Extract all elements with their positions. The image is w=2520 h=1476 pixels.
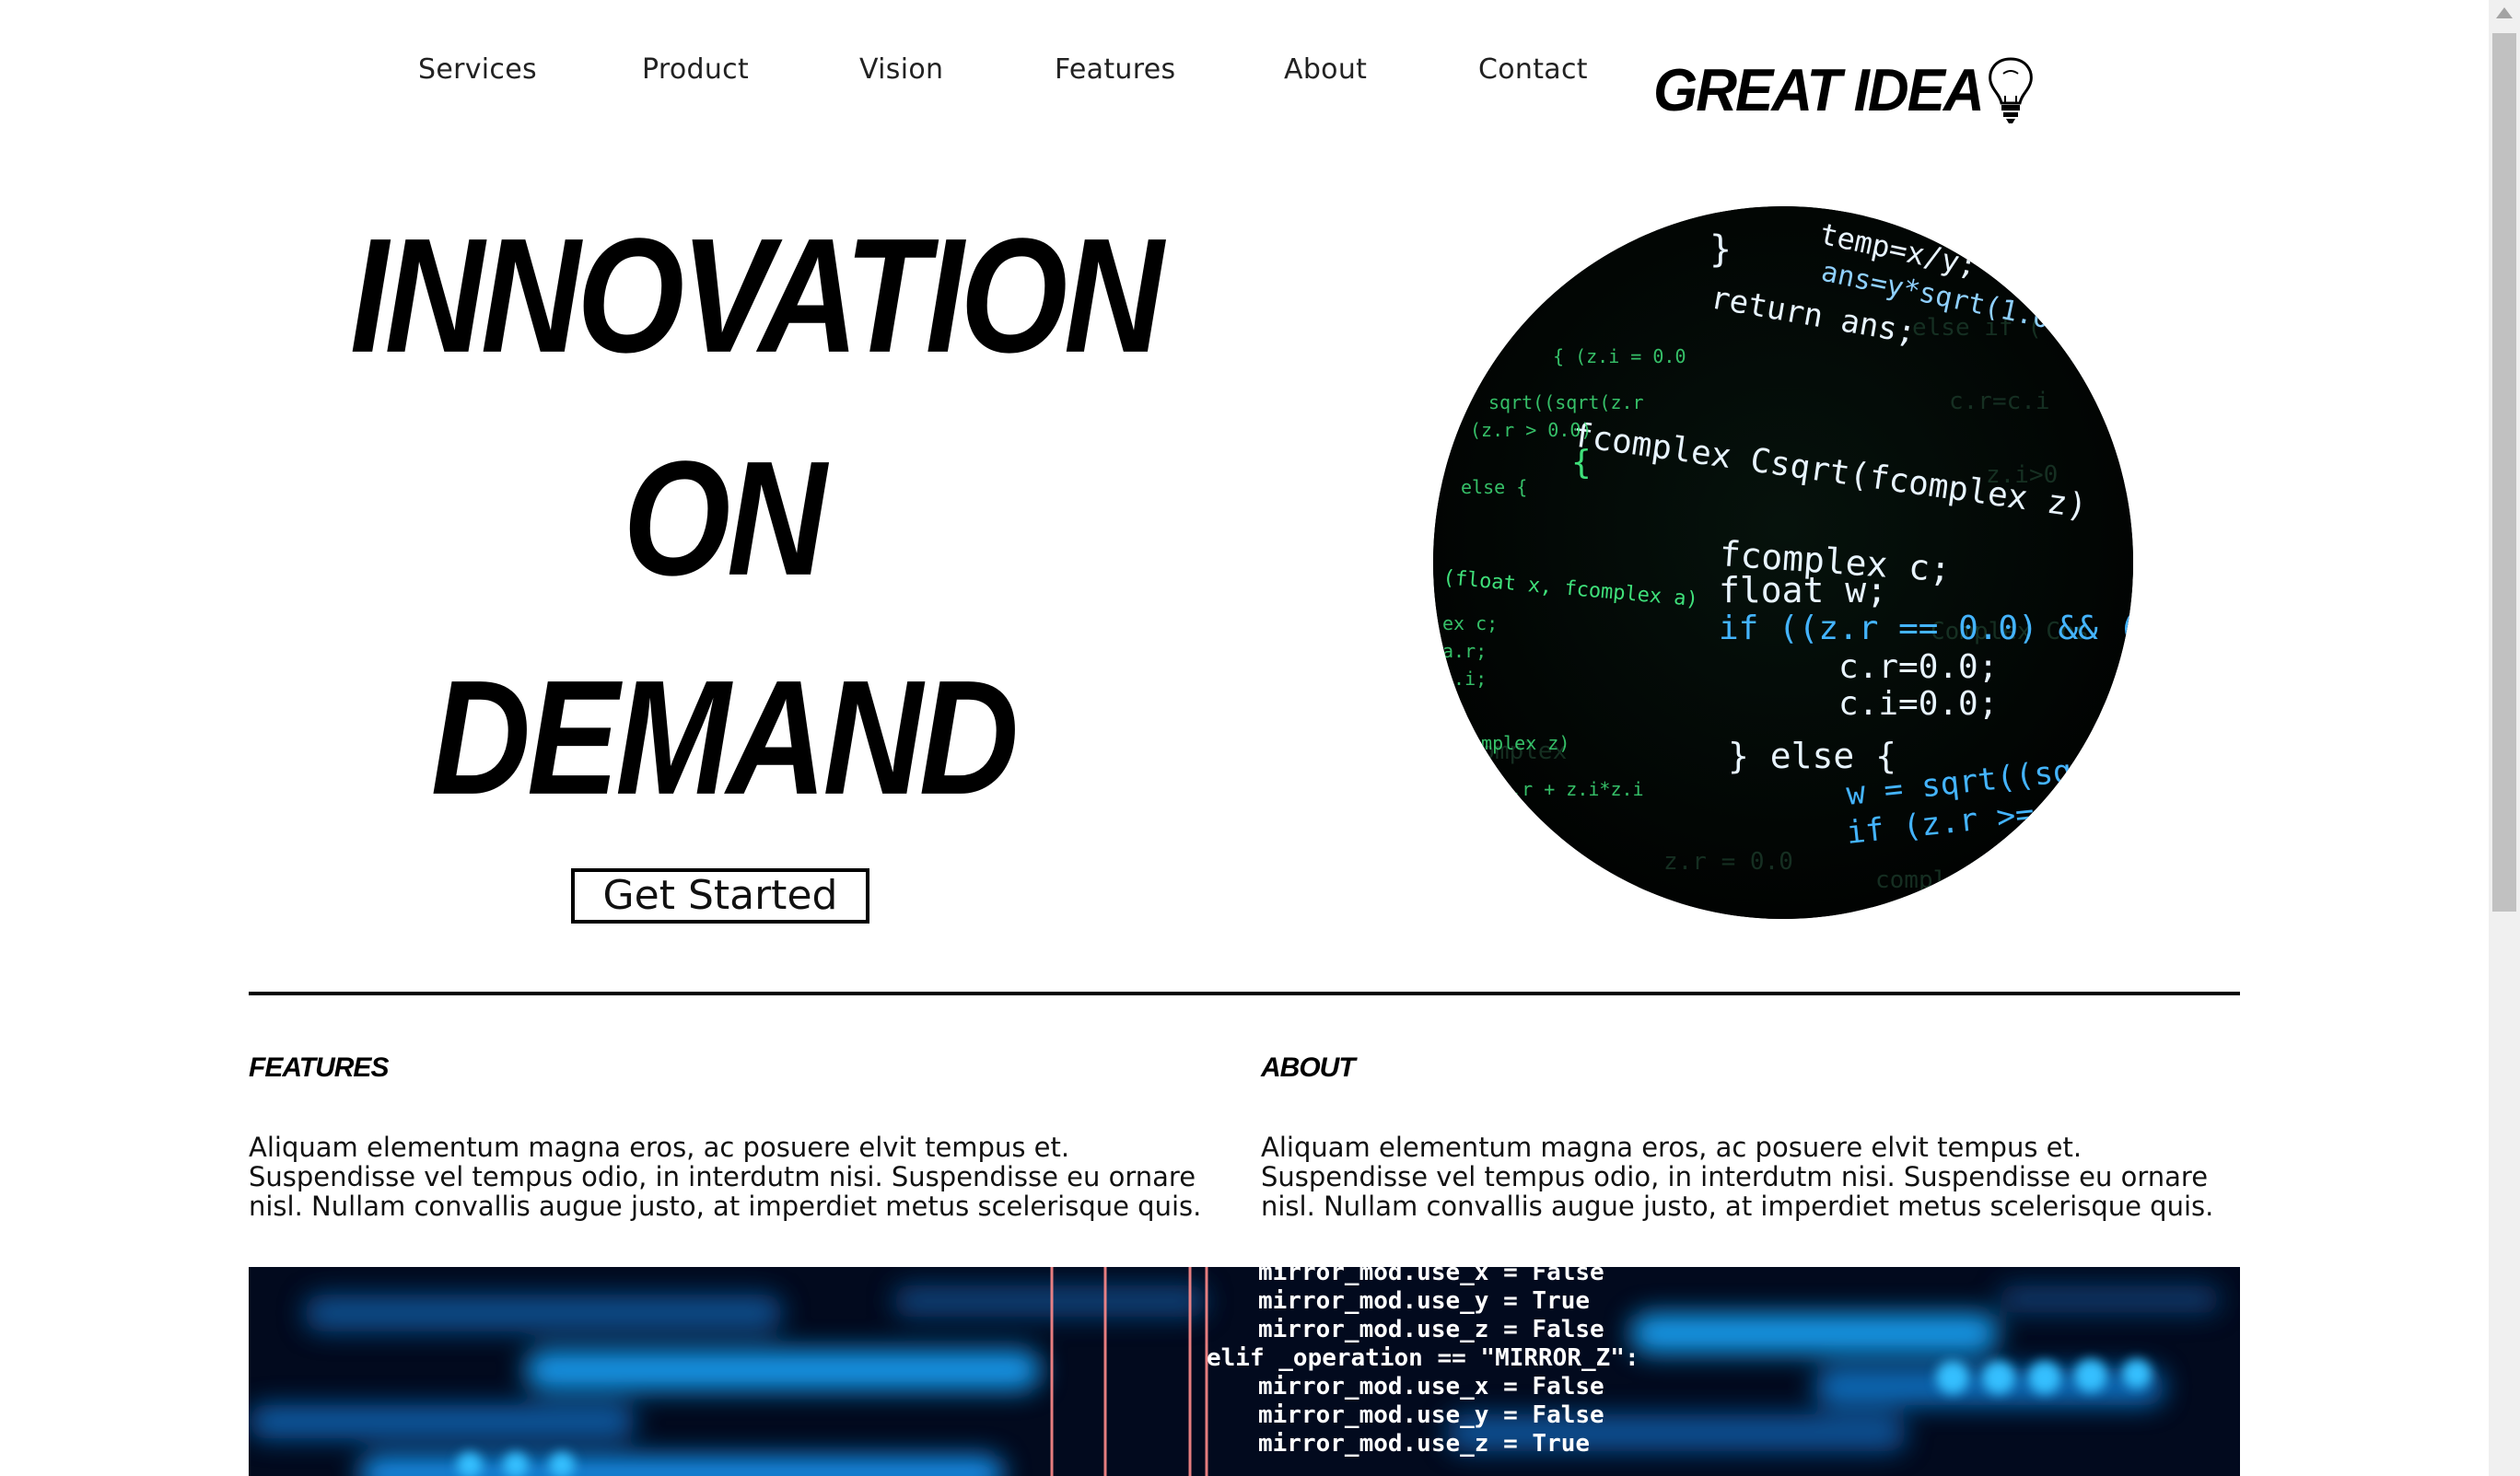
svg-text:ex c;: ex c; [1442,612,1498,634]
svg-text:*z.r + z.i*z.i: *z.r + z.i*z.i [1488,778,1644,800]
code-line: float w; [1719,570,1887,610]
get-started-button[interactable]: Get Started [571,868,869,924]
banner-code-line: mirror_mod.use_x = False [1258,1373,1604,1400]
svg-text:z.r = 0.0: z.r = 0.0 [1663,848,1793,876]
svg-text:sqrt((sqrt(z.r: sqrt((sqrt(z.r [1488,391,1644,413]
logo-text: GREAT IDEA [1653,57,1985,124]
section-divider [249,992,2240,995]
svg-text:complex z: complex z [1875,866,2005,894]
nav-link-about[interactable]: About [1284,53,1367,86]
svg-text:c.r=c.i: c.r=c.i [1949,388,2050,415]
code-line: c.r [1949,863,1999,895]
about-heading: About [1261,1052,1356,1083]
banner-code-line: mirror_mod.use_x = False [1258,1267,1604,1286]
svg-text:(z.r > 0.0): (z.r > 0.0) [1470,419,1592,441]
about-text: Aliquam elementum magna eros, ac posuere… [1261,1132,2214,1222]
banner-code-line: mirror_mod.use_z = True [1258,1430,1590,1458]
code-line: } else { [1728,736,1896,776]
banner-code-line: mirror_mod.use_y = False [1258,1401,1604,1429]
svg-text:else {: else { [1461,476,1527,498]
code-line: if ((z.r == 0.0) && (z.i == 0.0)) { [1719,610,2133,647]
svg-text:a.r;: a.r; [1442,640,1487,662]
svg-text:a.i;: a.i; [1442,668,1487,690]
hero-title-line-1: INNOVATION [350,203,1163,387]
features-heading: Features [249,1052,389,1083]
logo[interactable]: GREAT IDEA [1653,55,2036,129]
svg-text:{ (z.i = 0.0: { (z.i = 0.0 [1553,345,1686,367]
banner-code-line: mirror_mod.use_z = False [1258,1316,1604,1343]
features-text: Aliquam elementum magna eros, ac posuere… [249,1132,1202,1222]
scrollbar-thumb[interactable] [2492,33,2516,912]
hero-title-line-3: DEMAND [430,645,1019,829]
code-image-svg: else if ( c.r=c.i z.i>0 Complex Cos z.r … [1433,206,2133,919]
code-line: c.r=0.0; [1838,648,1998,686]
code-line: { [1571,444,1592,482]
code-line: } [1709,228,1732,271]
nav-link-features[interactable]: Features [1055,53,1175,86]
nav-link-product[interactable]: Product [642,53,749,86]
scroll-up-arrow-icon[interactable] [2496,7,2513,18]
code-line: c.i=0.0; [1838,685,1998,723]
page: Services Product Vision Features About C… [0,0,2520,1476]
hero-title-line-2: ON [623,426,827,610]
nav-link-vision[interactable]: Vision [859,53,943,86]
banner-image-svg: mirror_mod.use_x = False mirror_mod.use_… [249,1267,2240,1476]
banner-code-lines: mirror_mod.use_x = False mirror_mod.use_… [1207,1267,1639,1458]
svg-text:omplex z): omplex z) [1470,732,1569,754]
banner-code-image: mirror_mod.use_x = False mirror_mod.use_… [249,1267,2240,1476]
banner-code-line: mirror_mod.use_y = True [1258,1287,1590,1315]
banner-code-line: elif _operation == "MIRROR_Z": [1207,1344,1639,1372]
nav-link-contact[interactable]: Contact [1478,53,1588,86]
hero-code-image: else if ( c.r=c.i z.i>0 Complex Cos z.r … [1433,206,2133,919]
nav-link-services[interactable]: Services [418,53,537,86]
lightbulb-icon [1988,57,2033,123]
